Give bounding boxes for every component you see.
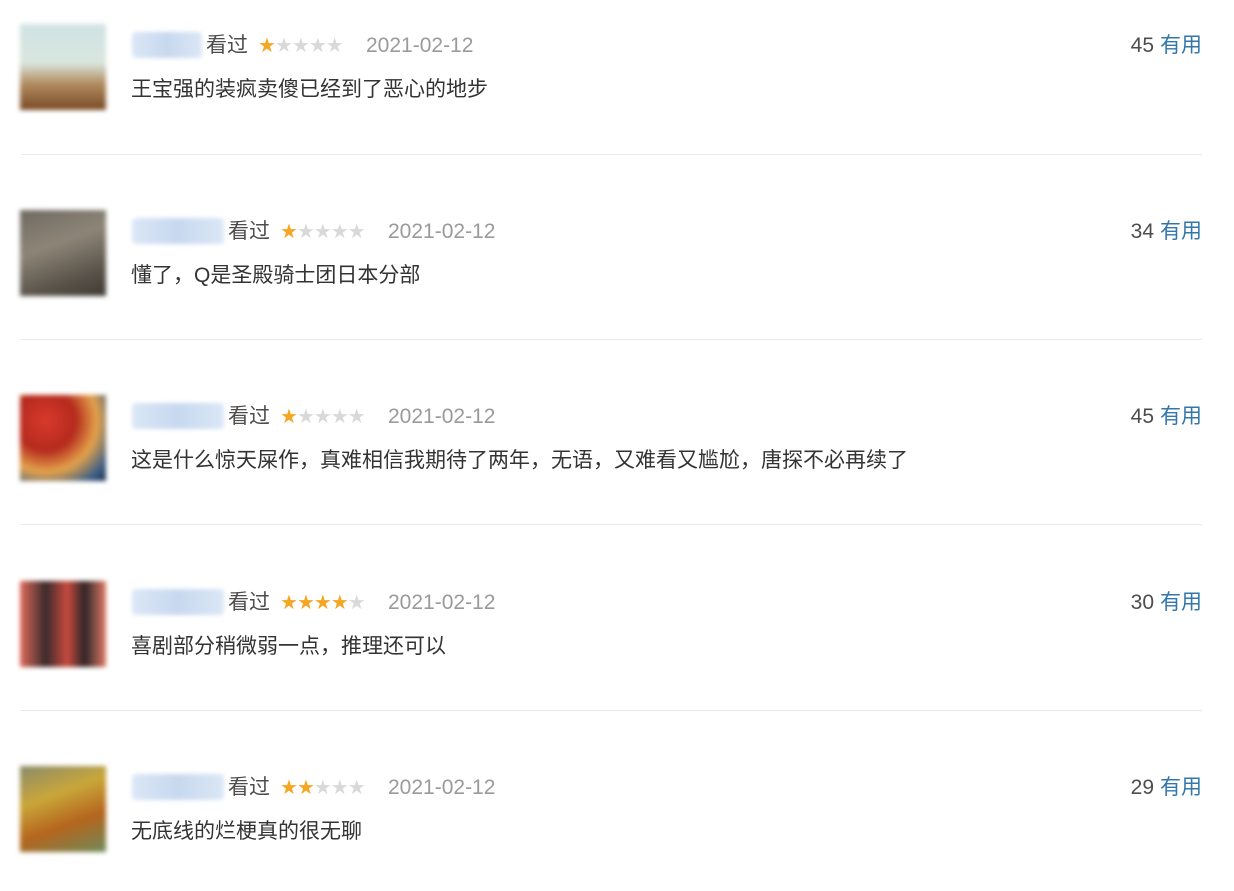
comment-date: 2021-02-12 (366, 34, 474, 57)
comment-text: 无底线的烂梗真的很无聊 (131, 820, 362, 843)
star-empty-icon: ★ (325, 35, 344, 57)
username[interactable] (132, 589, 224, 615)
username[interactable] (132, 218, 224, 244)
star-filled-icon: ★ (296, 592, 315, 614)
watch-status: 看过 (228, 405, 270, 428)
watch-status: 看过 (206, 34, 248, 57)
username[interactable] (132, 403, 224, 429)
comment-text: 喜剧部分稍微弱一点，推理还可以 (131, 635, 446, 658)
star-filled-icon: ★ (296, 777, 315, 799)
star-empty-icon: ★ (347, 221, 366, 243)
rating-stars: ★★★★★ (280, 218, 366, 246)
star-empty-icon: ★ (313, 777, 332, 799)
useful-button[interactable]: 有用 (1160, 589, 1202, 617)
star-empty-icon: ★ (330, 406, 349, 428)
comment-item: 看过 ★★★★★ 2021-02-12 30 有用 喜剧部分稍微弱一点，推理还可… (0, 557, 1234, 742)
star-filled-icon: ★ (280, 592, 298, 614)
divider (21, 524, 1202, 525)
rating-stars: ★★★★★ (280, 774, 366, 802)
vote-block: 34 有用 (1131, 218, 1202, 246)
vote-count: 34 (1130, 220, 1154, 243)
star-filled-icon: ★ (330, 592, 349, 614)
rating-stars: ★★★★★ (280, 589, 366, 617)
vote-block: 30 有用 (1131, 589, 1202, 617)
star-empty-icon: ★ (330, 221, 349, 243)
avatar[interactable] (20, 210, 106, 296)
star-empty-icon: ★ (347, 406, 366, 428)
star-empty-icon: ★ (291, 35, 310, 57)
vote-block: 45 有用 (1131, 32, 1202, 60)
star-empty-icon: ★ (296, 221, 315, 243)
comment-date: 2021-02-12 (388, 591, 496, 614)
comment-list: 看过 ★★★★★ 2021-02-12 45 有用 王宝强的装疯卖傻已经到了恶心… (0, 0, 1234, 891)
useful-button[interactable]: 有用 (1160, 774, 1202, 802)
watch-status: 看过 (228, 220, 270, 243)
star-empty-icon: ★ (330, 777, 349, 799)
rating-stars: ★★★★★ (258, 32, 344, 60)
star-filled-icon: ★ (313, 592, 332, 614)
avatar[interactable] (20, 766, 106, 852)
star-empty-icon: ★ (313, 221, 332, 243)
rating-stars: ★★★★★ (280, 403, 366, 431)
watch-status: 看过 (228, 776, 270, 799)
star-empty-icon: ★ (308, 35, 327, 57)
watch-status: 看过 (228, 591, 270, 614)
comment-item: 看过 ★★★★★ 2021-02-12 45 有用 王宝强的装疯卖傻已经到了恶心… (0, 0, 1234, 185)
divider (21, 339, 1202, 340)
star-empty-icon: ★ (296, 406, 315, 428)
star-empty-icon: ★ (313, 406, 332, 428)
username[interactable] (132, 32, 202, 58)
vote-count: 29 (1130, 776, 1154, 799)
star-empty-icon: ★ (274, 35, 293, 57)
divider (21, 154, 1202, 155)
avatar[interactable] (20, 581, 106, 667)
vote-block: 45 有用 (1131, 403, 1202, 431)
comment-text: 懂了，Q是圣殿骑士团日本分部 (131, 264, 421, 287)
avatar[interactable] (20, 395, 106, 481)
comment-text: 王宝强的装疯卖傻已经到了恶心的地步 (131, 78, 488, 101)
comment-date: 2021-02-12 (388, 405, 496, 428)
username[interactable] (132, 774, 224, 800)
comment-item: 看过 ★★★★★ 2021-02-12 34 有用 懂了，Q是圣殿骑士团日本分部 (0, 186, 1234, 371)
useful-button[interactable]: 有用 (1160, 218, 1202, 246)
star-empty-icon: ★ (347, 592, 366, 614)
comment-date: 2021-02-12 (388, 776, 496, 799)
star-filled-icon: ★ (258, 35, 276, 57)
star-filled-icon: ★ (280, 777, 298, 799)
avatar[interactable] (20, 24, 106, 110)
useful-button[interactable]: 有用 (1160, 403, 1202, 431)
comment-item: 看过 ★★★★★ 2021-02-12 29 有用 无底线的烂梗真的很无聊 (0, 742, 1234, 891)
star-filled-icon: ★ (280, 406, 298, 428)
useful-button[interactable]: 有用 (1160, 32, 1202, 60)
star-filled-icon: ★ (280, 221, 298, 243)
vote-count: 45 (1130, 405, 1154, 428)
star-empty-icon: ★ (347, 777, 366, 799)
vote-count: 30 (1130, 591, 1154, 614)
divider (21, 710, 1202, 711)
comment-text: 这是什么惊天屎作，真难相信我期待了两年，无语，又难看又尴尬，唐探不必再续了 (131, 449, 908, 472)
vote-block: 29 有用 (1131, 774, 1202, 802)
vote-count: 45 (1130, 34, 1154, 57)
comment-item: 看过 ★★★★★ 2021-02-12 45 有用 这是什么惊天屎作，真难相信我… (0, 371, 1234, 556)
comment-date: 2021-02-12 (388, 220, 496, 243)
